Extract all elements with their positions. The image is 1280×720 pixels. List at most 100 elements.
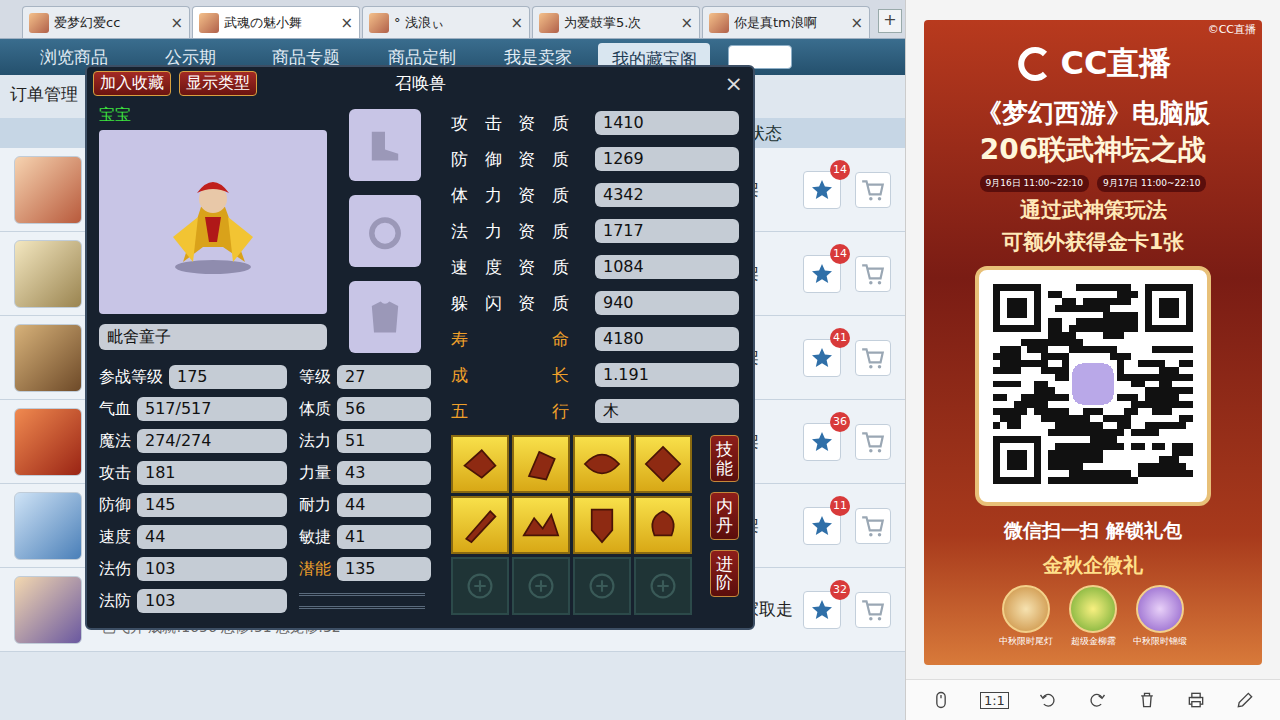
avatar-icon: [709, 13, 729, 33]
item-avatar: [14, 408, 82, 476]
favorite-count-badge: 32: [830, 580, 850, 600]
promo-headline: 《梦幻西游》电脑版: [976, 96, 1210, 131]
stat-label: 法防: [99, 591, 131, 612]
dialog-action-button[interactable]: 加入收藏: [93, 71, 171, 96]
side-tab-button[interactable]: 进阶: [710, 550, 739, 597]
browser-tab-label: ° 浅浪ぃ: [394, 14, 505, 32]
quality-value: 4342: [595, 183, 739, 207]
stat-value: 41: [337, 525, 431, 549]
favorite-button[interactable]: 41: [803, 339, 841, 377]
edit-icon[interactable]: [1235, 690, 1255, 710]
stat-value: 175: [169, 365, 287, 389]
favorite-button[interactable]: 14: [803, 255, 841, 293]
quality-row: 成长 1.191: [451, 357, 743, 393]
skill-icon: [578, 501, 626, 549]
gift-item: 中秋限时尾灯: [999, 585, 1053, 648]
stat-value: 44: [337, 493, 431, 517]
browser-tab-bar: 爱梦幻爱cc × 武魂の魅小舞 × ° 浅浪ぃ × 为爱鼓掌5.次 × 你是真t…: [0, 0, 905, 39]
cart-button[interactable]: [855, 508, 891, 544]
skill-icon: [517, 501, 565, 549]
gift-icon: [1136, 585, 1184, 633]
cart-button[interactable]: [855, 424, 891, 460]
stat: 力量 43: [299, 461, 431, 485]
watermark: ©CC直播: [1208, 22, 1256, 37]
ornament: [299, 593, 425, 609]
new-tab-button[interactable]: +: [878, 9, 902, 33]
cc-logo-icon: [1015, 44, 1055, 84]
stat-label: 防御: [99, 495, 131, 516]
quality-label: 攻击资质: [451, 112, 569, 135]
mouse-icon[interactable]: [931, 690, 951, 710]
skill-icon: [456, 440, 504, 488]
skill-slot[interactable]: [512, 496, 570, 554]
browser-tab[interactable]: 爱梦幻爱cc ×: [22, 6, 190, 38]
skill-slot[interactable]: [573, 496, 631, 554]
tab-close-button[interactable]: ×: [170, 14, 183, 32]
dialog-action-button[interactable]: 显示类型: [179, 71, 257, 96]
side-tab-button[interactable]: 技能: [710, 435, 739, 482]
tab-close-button[interactable]: ×: [340, 14, 353, 32]
stat: 耐力 44: [299, 493, 431, 517]
tab-close-button[interactable]: ×: [680, 14, 693, 32]
collar-icon: [363, 209, 407, 253]
favorite-count-badge: 41: [830, 328, 850, 348]
stat-row: 速度 44敏捷 41: [99, 521, 437, 553]
star-icon: [810, 178, 834, 202]
pet-figure-icon: [153, 167, 273, 277]
close-button[interactable]: ×: [721, 71, 747, 96]
skill-slot[interactable]: [451, 435, 509, 493]
quality-value: 940: [595, 291, 739, 315]
avatar-icon: [369, 13, 389, 33]
skill-slot[interactable]: [512, 435, 570, 493]
browser-tab[interactable]: 你是真tm浪啊 ×: [702, 6, 870, 38]
quality-value: 1410: [595, 111, 739, 135]
stat-label: 魔法: [99, 431, 131, 452]
favorite-button[interactable]: 32: [803, 591, 841, 629]
stat-value: 103: [137, 557, 287, 581]
stat-value: 145: [137, 493, 287, 517]
browser-tab-label: 你是真tm浪啊: [734, 14, 845, 32]
cart-button[interactable]: [855, 172, 891, 208]
stat-value: 181: [137, 461, 287, 485]
tab-close-button[interactable]: ×: [510, 14, 523, 32]
armor-icon: [363, 295, 407, 339]
quality-value: 4180: [595, 327, 739, 351]
browser-tab[interactable]: 武魂の魅小舞 ×: [192, 6, 360, 38]
stat: 速度 44: [99, 525, 287, 549]
equipment-slot[interactable]: [349, 195, 421, 267]
side-tab-button[interactable]: 内丹: [710, 492, 739, 539]
favorite-button[interactable]: 11: [803, 507, 841, 545]
cart-icon: [860, 177, 886, 203]
browser-tab[interactable]: 为爱鼓掌5.次 ×: [532, 6, 700, 38]
stats: 参战等级 175等级 27 气血 517/517体质 56 魔法 274/274…: [99, 361, 437, 617]
actual-size-button[interactable]: 1:1: [980, 692, 1009, 709]
gift-title: 金秋企微礼: [1043, 552, 1143, 579]
tab-close-button[interactable]: ×: [850, 14, 863, 32]
skill-slot[interactable]: [634, 496, 692, 554]
skill-slot[interactable]: [634, 435, 692, 493]
skill-slot[interactable]: [573, 435, 631, 493]
qr-code[interactable]: [975, 266, 1211, 506]
cart-button[interactable]: [855, 592, 891, 628]
skill-slot[interactable]: [451, 496, 509, 554]
equipment-slot[interactable]: [349, 281, 421, 353]
event-date: 9月17日 11:00~22:10: [1097, 175, 1206, 192]
qr-icon: [993, 284, 1193, 484]
rotate-left-icon[interactable]: [1038, 690, 1058, 710]
pet-type: 宝宝: [99, 105, 327, 126]
rotate-right-icon[interactable]: [1087, 690, 1107, 710]
cart-button[interactable]: [855, 340, 891, 376]
equipment-slot[interactable]: [349, 109, 421, 181]
quality-value: 木: [595, 399, 739, 423]
browser-tab[interactable]: ° 浅浪ぃ ×: [362, 6, 530, 38]
print-icon[interactable]: [1186, 690, 1206, 710]
favorite-button[interactable]: 14: [803, 171, 841, 209]
favorite-button[interactable]: 36: [803, 423, 841, 461]
stat: 参战等级 175: [99, 365, 287, 389]
stat-value: 27: [337, 365, 431, 389]
browser-tab-label: 为爱鼓掌5.次: [564, 14, 675, 32]
cart-button[interactable]: [855, 256, 891, 292]
skill-icon: [456, 501, 504, 549]
trash-icon[interactable]: [1137, 690, 1157, 710]
empty-skill-slot: [634, 557, 692, 615]
